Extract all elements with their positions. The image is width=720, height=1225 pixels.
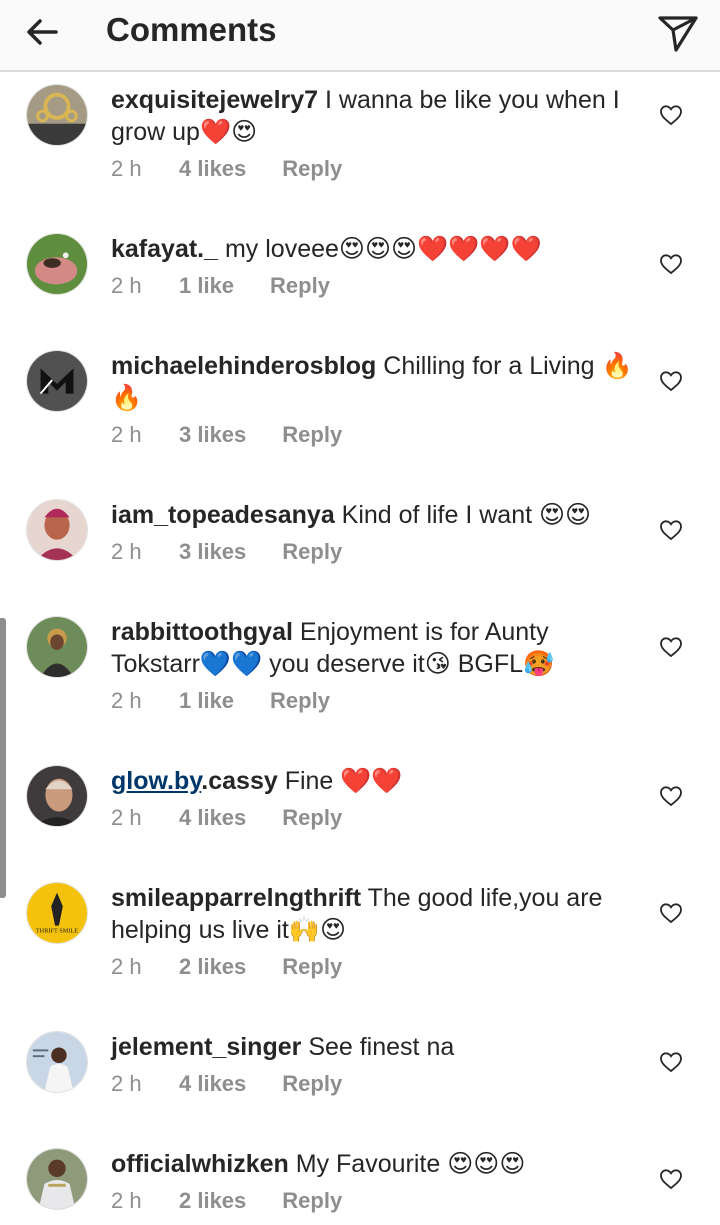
comment-likes[interactable]: 4 likes [179, 1069, 246, 1099]
comment-text: smileapparrelngthrift The good life,you … [111, 882, 641, 946]
like-heart-icon[interactable] [659, 635, 683, 659]
comment-likes[interactable]: 2 likes [179, 952, 246, 982]
comment-meta: 2 h 2 likes Reply [111, 952, 641, 982]
comment-username[interactable]: rabbittoothgyal [111, 618, 293, 646]
comment-username[interactable]: jelement_singer [111, 1033, 301, 1061]
comment-text: iam_topeadesanya Kind of life I want 😍😍 [111, 499, 641, 531]
comment-meta: 2 h 4 likes Reply [111, 154, 641, 184]
comment-body: exquisitejewelry7 I wanna be like you wh… [111, 84, 641, 184]
reply-button[interactable]: Reply [282, 1069, 342, 1099]
comment-body: rabbittoothgyal Enjoyment is for Aunty T… [111, 616, 641, 716]
comment-time: 2 h [111, 1188, 142, 1213]
comment-username-link[interactable]: glow.by [111, 767, 201, 795]
scrollbar[interactable] [0, 618, 6, 898]
avatar[interactable] [26, 499, 88, 561]
like-heart-icon[interactable] [659, 1050, 683, 1074]
comment-username[interactable]: michaelehinderosblog [111, 352, 376, 380]
comment-time: 2 h [111, 954, 142, 979]
comment-message: See finest na [308, 1033, 455, 1061]
comment-likes[interactable]: 3 likes [179, 420, 246, 450]
reply-button[interactable]: Reply [270, 271, 330, 301]
comment-text: kafayat._ my loveee😍😍😍❤️❤️❤️❤️ [111, 233, 641, 265]
comment-time: 2 h [111, 539, 142, 564]
avatar[interactable] [26, 1148, 88, 1210]
comment-meta: 2 h 3 likes Reply [111, 537, 641, 567]
comment-username[interactable]: .cassy [201, 767, 277, 795]
comment-username[interactable]: iam_topeadesanya [111, 501, 335, 529]
comment-likes[interactable]: 1 like [179, 271, 234, 301]
comment-message: Kind of life I want 😍😍 [341, 501, 592, 529]
comment-body: michaelehinderosblog Chilling for a Livi… [111, 350, 641, 450]
like-heart-icon[interactable] [659, 1167, 683, 1191]
comment-likes[interactable]: 3 likes [179, 537, 246, 567]
comment-text: jelement_singer See finest na [111, 1031, 641, 1063]
comment-text: michaelehinderosblog Chilling for a Livi… [111, 350, 641, 414]
avatar[interactable] [26, 350, 88, 412]
comment-likes[interactable]: 4 likes [179, 154, 246, 184]
comment-username[interactable]: officialwhizken [111, 1150, 289, 1178]
header-bar: Comments [0, 0, 720, 72]
comment-time: 2 h [111, 805, 142, 830]
comment-message: Fine ❤️❤️ [284, 767, 403, 795]
comment-body: jelement_singer See finest na 2 h 4 likes… [111, 1031, 641, 1099]
back-arrow-icon[interactable] [20, 10, 64, 54]
reply-button[interactable]: Reply [282, 154, 342, 184]
comment-body: iam_topeadesanya Kind of life I want 😍😍 … [111, 499, 641, 567]
comment-meta: 2 h 1 like Reply [111, 271, 641, 301]
like-heart-icon[interactable] [659, 901, 683, 925]
comment-likes[interactable]: 4 likes [179, 803, 246, 833]
comment-meta: 2 h 4 likes Reply [111, 1069, 641, 1099]
comment-message: My Favourite 😍😍😍 [295, 1150, 526, 1178]
avatar[interactable] [26, 765, 88, 827]
comment-username[interactable]: kafayat._ [111, 235, 218, 263]
reply-button[interactable]: Reply [282, 420, 342, 450]
avatar[interactable] [26, 1031, 88, 1093]
comment-meta: 2 h 2 likes Reply [111, 1186, 641, 1216]
comment-meta: 2 h 3 likes Reply [111, 420, 641, 450]
comment-username[interactable]: exquisitejewelry7 [111, 86, 318, 114]
like-heart-icon[interactable] [659, 518, 683, 542]
comment-meta: 2 h 1 like Reply [111, 686, 641, 716]
avatar-text: THRIFT SMILE [36, 927, 78, 934]
comment-text: glow.by.cassy Fine ❤️❤️ [111, 765, 641, 797]
comment-username[interactable]: smileapparrelngthrift [111, 884, 361, 912]
page-title: Comments [106, 11, 277, 48]
send-icon[interactable] [654, 8, 702, 56]
reply-button[interactable]: Reply [270, 686, 330, 716]
like-heart-icon[interactable] [659, 784, 683, 808]
avatar[interactable] [26, 233, 88, 295]
comment-body: smileapparrelngthrift The good life,you … [111, 882, 641, 982]
like-heart-icon[interactable] [659, 252, 683, 276]
comment-message: my loveee😍😍😍❤️❤️❤️❤️ [224, 235, 542, 263]
comment-meta: 2 h 4 likes Reply [111, 803, 641, 833]
comment-likes[interactable]: 2 likes [179, 1186, 246, 1216]
avatar[interactable]: THRIFT SMILE [26, 882, 88, 944]
reply-button[interactable]: Reply [282, 952, 342, 982]
comment-time: 2 h [111, 273, 142, 298]
reply-button[interactable]: Reply [282, 537, 342, 567]
comment-likes[interactable]: 1 like [179, 686, 234, 716]
avatar[interactable] [26, 616, 88, 678]
reply-button[interactable]: Reply [282, 1186, 342, 1216]
comment-text: exquisitejewelry7 I wanna be like you wh… [111, 84, 641, 148]
like-heart-icon[interactable] [659, 103, 683, 127]
avatar[interactable] [26, 84, 88, 146]
comment-time: 2 h [111, 688, 142, 713]
comment-time: 2 h [111, 156, 142, 181]
reply-button[interactable]: Reply [282, 803, 342, 833]
comment-text: officialwhizken My Favourite 😍😍😍 [111, 1148, 641, 1180]
comment-body: kafayat._ my loveee😍😍😍❤️❤️❤️❤️ 2 h 1 like… [111, 233, 641, 301]
comment-body: officialwhizken My Favourite 😍😍😍 2 h 2 li… [111, 1148, 641, 1216]
comment-text: rabbittoothgyal Enjoyment is for Aunty T… [111, 616, 641, 680]
comment-time: 2 h [111, 422, 142, 447]
comment-time: 2 h [111, 1071, 142, 1096]
like-heart-icon[interactable] [659, 369, 683, 393]
comment-body: glow.by.cassy Fine ❤️❤️ 2 h 4 likes Reply [111, 765, 641, 833]
